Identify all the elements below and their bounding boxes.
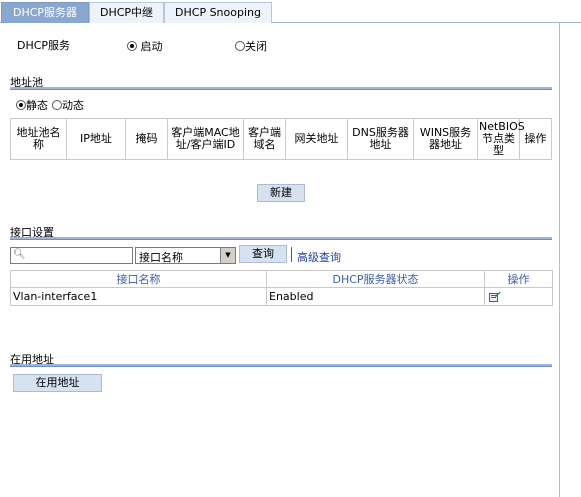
interface-name-cell: Vlan-interface1: [10, 287, 267, 306]
search-input[interactable]: 🔍︎: [10, 247, 133, 264]
dhcp-enable-option[interactable]: 启动: [127, 38, 163, 54]
dynamic-label: 动态: [62, 99, 84, 112]
dropdown-arrow-icon[interactable]: ▼: [220, 248, 235, 263]
col-mask: 掩码: [125, 118, 168, 160]
main-content: DHCP服务 启动 关闭 地址池 静态 动态 地址池名称 IP地址 掩码 客户端…: [0, 23, 560, 497]
col-dns-server: DNS服务器地址: [347, 118, 414, 160]
dhcp-service-label: DHCP服务: [17, 39, 71, 52]
search-field-value: 接口名称: [139, 251, 183, 264]
dynamic-radio[interactable]: [52, 100, 62, 110]
in-use-button[interactable]: 在用地址: [13, 374, 102, 392]
dynamic-mode-option[interactable]: 动态: [52, 97, 84, 113]
edit-icon[interactable]: [489, 291, 501, 302]
col-netbios-type: NetBIOS节点类型: [477, 118, 525, 160]
tab-bar: DHCP服务器 DHCP中继 DHCP Snooping: [0, 0, 581, 23]
interface-table: 接口名称 DHCP服务器状态 操作 Vlan-interface1 Enable…: [10, 270, 553, 306]
tab-dhcp-snooping[interactable]: DHCP Snooping: [164, 2, 272, 23]
col-wins-server: WINS服务器地址: [413, 118, 478, 160]
col-pool-name: 地址池名称: [10, 118, 67, 160]
col-iface-operation: 操作: [484, 270, 553, 288]
static-radio[interactable]: [16, 100, 26, 110]
in-use-divider: [10, 364, 552, 367]
static-label: 静态: [26, 99, 48, 112]
search-icon: 🔍︎: [13, 249, 26, 260]
tab-dhcp-server[interactable]: DHCP服务器: [1, 2, 89, 23]
address-pool-header-row: 地址池名称 IP地址 掩码 客户端MAC地址/客户端ID 客户端域名 网关地址 …: [10, 118, 552, 160]
disable-radio[interactable]: [235, 41, 245, 51]
tab-dhcp-relay[interactable]: DHCP中继: [89, 2, 164, 23]
interface-settings-divider: [10, 237, 552, 240]
table-row: Vlan-interface1 Enabled: [10, 287, 553, 306]
search-field-select[interactable]: 接口名称 ▼: [135, 247, 236, 264]
link-separator: [291, 247, 292, 262]
col-gateway: 网关地址: [285, 118, 348, 160]
col-client-mac: 客户端MAC地址/客户端ID: [167, 118, 244, 160]
enable-label: 启动: [140, 40, 163, 53]
query-button[interactable]: 查询: [239, 245, 287, 263]
col-ip-address: IP地址: [66, 118, 126, 160]
dhcp-status-cell: Enabled: [266, 287, 485, 306]
col-client-domain: 客户端域名: [243, 118, 286, 160]
address-pool-divider: [10, 87, 552, 90]
enable-radio[interactable]: [127, 41, 137, 51]
address-pool-table: 地址池名称 IP地址 掩码 客户端MAC地址/客户端ID 客户端域名 网关地址 …: [10, 118, 552, 160]
advanced-query-link[interactable]: 高级查询: [297, 249, 341, 265]
interface-header-row: 接口名称 DHCP服务器状态 操作: [10, 270, 553, 288]
col-dhcp-status: DHCP服务器状态: [266, 270, 485, 288]
new-pool-button[interactable]: 新建: [257, 184, 305, 202]
col-interface-name: 接口名称: [10, 270, 267, 288]
dhcp-disable-option[interactable]: 关闭: [235, 38, 267, 54]
disable-label: 关闭: [245, 40, 267, 53]
static-mode-option[interactable]: 静态: [16, 97, 48, 113]
operation-cell: [484, 287, 553, 306]
